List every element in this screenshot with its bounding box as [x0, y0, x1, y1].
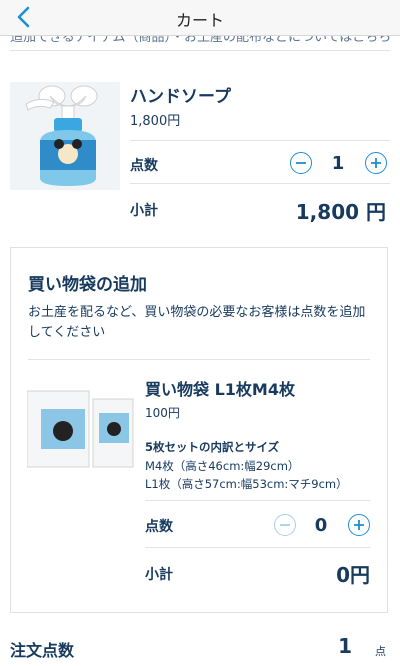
page-title: カート	[175, 11, 224, 30]
bag-set-line-m: M4枚（高さ46cm:幅29cm）	[145, 459, 300, 473]
divider	[28, 359, 370, 360]
increase-quantity-button[interactable]	[365, 152, 387, 174]
bag-subtotal-value: 0円	[336, 563, 370, 587]
order-count-value: 1	[338, 634, 352, 658]
minus-icon	[296, 162, 306, 164]
quantity-label: 点数	[130, 158, 158, 174]
bag-image[interactable]	[26, 389, 134, 469]
bag-section-description: お土産を配るなど、買い物袋の必要なお客様は点数を追加してください	[28, 305, 366, 340]
nav-bar: カート	[0, 0, 400, 36]
bag-item-name[interactable]: 買い物袋 L1枚M4枚	[145, 376, 295, 400]
bag-quantity-label: 点数	[145, 519, 173, 535]
soap-dispenser-image	[10, 82, 120, 190]
bag-item-price: 100円	[145, 406, 180, 420]
bag-increase-quantity-button[interactable]	[348, 514, 370, 536]
minus-icon	[280, 524, 290, 526]
divider	[10, 50, 390, 51]
decrease-quantity-button[interactable]	[290, 152, 312, 174]
divider	[145, 547, 370, 548]
bag-section-title: 買い物袋の追加	[28, 275, 147, 295]
subtotal-value: 1,800 円	[295, 200, 386, 224]
quantity-value: 1	[331, 153, 345, 174]
order-count-unit: 点	[375, 645, 386, 658]
product-image[interactable]	[10, 82, 120, 190]
bag-quantity-value: 0	[314, 515, 328, 536]
product-name[interactable]: ハンドソープ	[130, 82, 231, 107]
bag-set-line-l: L1枚（高さ57cm:幅53cm:マチ9cm）	[145, 477, 348, 491]
bag-decrease-quantity-button[interactable]	[274, 514, 296, 536]
product-price: 1,800円	[130, 114, 181, 129]
divider	[130, 183, 390, 184]
partial-notice-text: 追加できるアイテム（商品）・お土産の配布などについてはこちら	[10, 36, 390, 45]
divider	[145, 500, 370, 501]
plus-icon	[354, 520, 364, 530]
order-count-label: 注文点数	[10, 641, 75, 660]
bag-subtotal-label: 小計	[145, 567, 173, 583]
shopping-bag-image	[26, 390, 134, 468]
subtotal-label: 小計	[130, 203, 158, 219]
divider	[130, 140, 390, 141]
bag-set-title: 5枚セットの内訳とサイズ	[145, 440, 280, 454]
plus-icon	[371, 158, 381, 168]
